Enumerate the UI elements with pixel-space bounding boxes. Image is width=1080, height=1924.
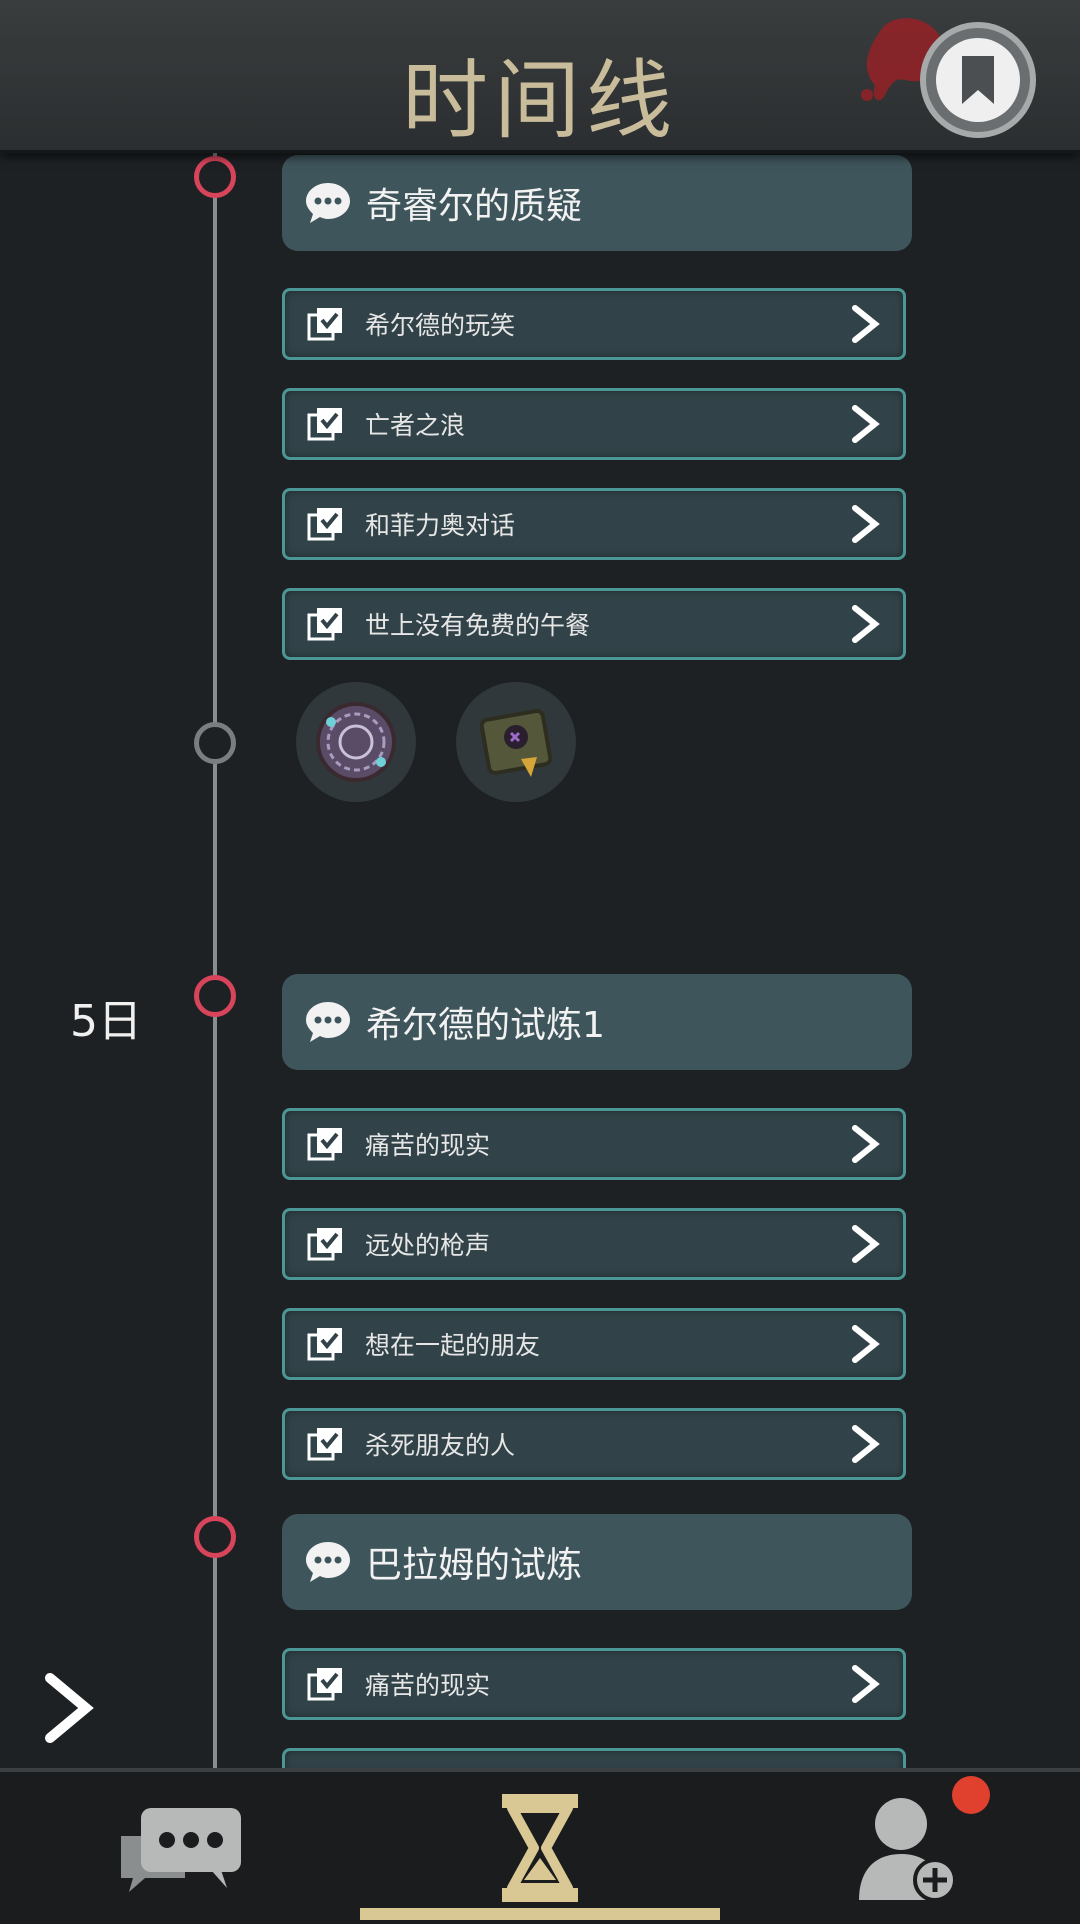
task-label: 远处的枪声	[365, 1231, 491, 1260]
chevron-right-icon	[852, 605, 880, 643]
bottom-nav	[0, 1768, 1080, 1924]
timeline-node	[194, 1516, 236, 1558]
checked-card-icon	[307, 1228, 342, 1261]
task-label: 痛苦的现实	[365, 1671, 491, 1700]
date-label: 5日	[70, 996, 142, 1047]
item-slot[interactable]	[456, 682, 576, 802]
tome-icon	[479, 708, 553, 777]
task-label: 世上没有免费的午餐	[365, 611, 591, 640]
speech-bubble-icon	[306, 183, 350, 223]
checked-card-icon	[307, 408, 342, 441]
top-header: 时间线	[0, 0, 1080, 153]
chevron-right-icon	[852, 1325, 880, 1363]
task-row[interactable]: 杀死朋友的人	[282, 1408, 906, 1480]
tab-chat[interactable]	[80, 1772, 280, 1924]
checked-card-icon	[307, 608, 342, 641]
timeline-node	[194, 156, 236, 198]
chevron-right-icon	[852, 1665, 880, 1703]
item-slot[interactable]	[296, 682, 416, 802]
chevron-right-icon	[852, 305, 880, 343]
chevron-right-icon	[852, 1425, 880, 1463]
task-row[interactable]: 远处的枪声	[282, 1208, 906, 1280]
active-tab-indicator	[360, 1908, 720, 1920]
task-row[interactable]: 亡者之浪	[282, 388, 906, 460]
task-label: 亡者之浪	[365, 411, 466, 440]
bookmark-icon	[962, 56, 994, 104]
checked-card-icon	[307, 1128, 342, 1161]
task-label: 和菲力奥对话	[365, 511, 516, 540]
task-row[interactable]: 痛苦的现实	[282, 1648, 906, 1720]
speech-bubble-icon	[306, 1002, 350, 1042]
task-row[interactable]: 痛苦的现实	[282, 1108, 906, 1180]
task-label: 希尔德的玩笑	[365, 311, 516, 340]
expand-arrow-icon[interactable]	[40, 1670, 96, 1746]
glyph-disc-icon	[316, 702, 396, 782]
event-card[interactable]: 巴拉姆的试炼	[282, 1514, 912, 1610]
checked-card-icon	[307, 1668, 342, 1701]
event-card[interactable]: 希尔德的试炼1	[282, 974, 912, 1070]
speech-bubble-icon	[306, 1542, 350, 1582]
chevron-right-icon	[852, 405, 880, 443]
checked-card-icon	[307, 1428, 342, 1461]
task-row[interactable]: 希尔德的玩笑	[282, 288, 906, 360]
page-title: 时间线	[402, 51, 678, 151]
event-title: 希尔德的试炼1	[366, 1005, 605, 1046]
task-row[interactable]: 想在一起的朋友	[282, 1308, 906, 1380]
task-label: 痛苦的现实	[365, 1131, 491, 1160]
timeline-node	[194, 722, 236, 764]
hourglass-icon	[502, 1794, 578, 1902]
bookmark-button[interactable]	[920, 22, 1036, 138]
timeline-node	[194, 975, 236, 1017]
checked-card-icon	[307, 308, 342, 341]
task-label: 想在一起的朋友	[365, 1331, 541, 1360]
checked-card-icon	[307, 1328, 342, 1361]
tab-timeline[interactable]	[440, 1772, 640, 1924]
chevron-right-icon	[852, 1225, 880, 1263]
task-row[interactable]: 和菲力奥对话	[282, 488, 906, 560]
notification-badge	[952, 1776, 990, 1814]
task-row[interactable]: 世上没有免费的午餐	[282, 588, 906, 660]
add-contact-icon	[859, 1798, 957, 1902]
chevron-right-icon	[852, 1125, 880, 1163]
chat-icon	[121, 1808, 241, 1892]
event-card[interactable]: 奇睿尔的质疑	[282, 155, 912, 251]
event-title: 巴拉姆的试炼	[366, 1545, 583, 1586]
task-label: 杀死朋友的人	[365, 1431, 516, 1460]
event-title: 奇睿尔的质疑	[366, 186, 583, 227]
checked-card-icon	[307, 508, 342, 541]
chevron-right-icon	[852, 505, 880, 543]
